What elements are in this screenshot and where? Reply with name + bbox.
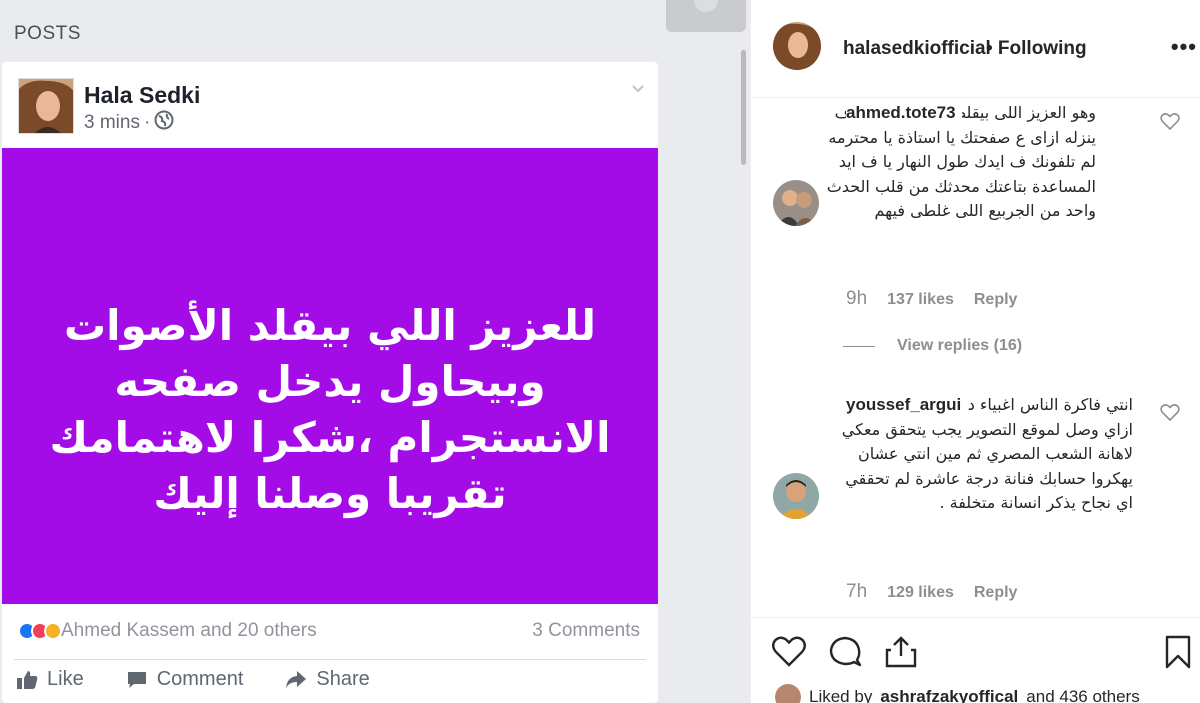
- comment-likes[interactable]: 137 likes: [887, 291, 954, 309]
- reply-button[interactable]: Reply: [974, 291, 1018, 309]
- post-header: halasedkiofficial • Following •••: [751, 0, 1200, 98]
- like-comment-heart-icon[interactable]: [1160, 112, 1180, 130]
- share-upload-icon[interactable]: [883, 634, 919, 670]
- replies-line: [843, 345, 875, 347]
- globe-icon: [154, 110, 174, 136]
- commenter-avatar[interactable]: [773, 180, 819, 226]
- profile-avatar[interactable]: [773, 22, 821, 70]
- post-image[interactable]: للعزيز اللي بيقلد الأصوات وبيحاول يدخل ص…: [2, 148, 658, 604]
- comment-button[interactable]: Comment: [126, 668, 244, 691]
- following-status[interactable]: • Following: [986, 38, 1087, 60]
- more-options-icon[interactable]: •••: [1171, 34, 1197, 60]
- like-button[interactable]: Like: [16, 668, 84, 691]
- posts-heading: POSTS: [14, 23, 81, 44]
- facebook-panel: POSTS Hala Sedki 3 mins · للعزيز اللي بي…: [0, 0, 746, 703]
- reactions-summary[interactable]: Ahmed Kassem and 20 others: [18, 620, 317, 642]
- liked-by-line: Liked by ashrafzakyoffical and 436 other…: [775, 684, 1140, 703]
- liker-avatar[interactable]: [775, 684, 801, 703]
- post-image-text: للعزيز اللي بيقلد الأصوات وبيحاول يدخل ص…: [49, 301, 611, 518]
- share-icon: [286, 670, 307, 688]
- instagram-panel: halasedkiofficial • Following ••• وهو ال…: [750, 0, 1200, 703]
- liked-by-suffix[interactable]: and 436 others: [1026, 687, 1139, 703]
- haha-reaction-icon: [44, 622, 62, 640]
- view-replies-label: View replies (16): [897, 337, 1023, 354]
- profile-username[interactable]: halasedkiofficial: [843, 38, 991, 60]
- comment-meta: 9h 137 likes Reply: [846, 288, 1017, 310]
- share-label: Share: [316, 668, 370, 690]
- liked-by-prefix: Liked by: [809, 687, 873, 703]
- comment-meta: 7h 129 likes Reply: [846, 581, 1017, 603]
- post-card: Hala Sedki 3 mins · للعزيز اللي بيقلد ال…: [2, 62, 658, 703]
- post-meta: 3 mins ·: [84, 110, 174, 136]
- author-name[interactable]: Hala Sedki: [84, 82, 200, 109]
- meta-dot: ·: [143, 112, 151, 133]
- comment-body: انتي فاكرة الناس اغبياء ده باين صوتك ثم …: [842, 393, 1146, 568]
- comment-label: Comment: [156, 668, 244, 690]
- thumbs-up-icon: [17, 670, 38, 689]
- comment-time[interactable]: 7h: [846, 581, 867, 603]
- comment-username[interactable]: ahmed.tote73: [846, 101, 962, 126]
- author-avatar[interactable]: [18, 78, 74, 134]
- comment-time[interactable]: 9h: [846, 288, 867, 310]
- scroll-handle[interactable]: [666, 0, 746, 32]
- post-time[interactable]: 3 mins: [84, 112, 140, 134]
- reaction-icons: [18, 622, 62, 640]
- bookmark-icon[interactable]: [1163, 634, 1193, 670]
- like-label: Like: [47, 668, 84, 690]
- post-actions: Like Comment Share: [16, 668, 370, 691]
- reply-button[interactable]: Reply: [974, 584, 1018, 602]
- comment-icon: [127, 671, 146, 688]
- comment-bubble-icon[interactable]: [827, 634, 863, 670]
- like-comment-heart-icon[interactable]: [1160, 403, 1180, 421]
- commenter-avatar[interactable]: [773, 473, 819, 519]
- like-heart-icon[interactable]: [771, 634, 807, 670]
- divider: [751, 617, 1200, 618]
- scrollbar[interactable]: [741, 50, 746, 165]
- view-replies-button[interactable]: View replies (16): [843, 337, 1022, 355]
- comment-body: وهو العزيز اللى بيقلط الاصوات دا عرف ينز…: [827, 101, 1146, 271]
- comments-count[interactable]: 3 Comments: [532, 620, 640, 642]
- divider: [14, 659, 646, 660]
- share-button[interactable]: Share: [285, 668, 370, 691]
- reactions-text: Ahmed Kassem and 20 others: [61, 620, 317, 641]
- post-options-chevron-icon[interactable]: [630, 80, 646, 96]
- liked-by-user[interactable]: ashrafzakyoffical: [880, 687, 1018, 703]
- comment-username[interactable]: youssef_argui: [846, 393, 968, 418]
- comment-likes[interactable]: 129 likes: [887, 584, 954, 602]
